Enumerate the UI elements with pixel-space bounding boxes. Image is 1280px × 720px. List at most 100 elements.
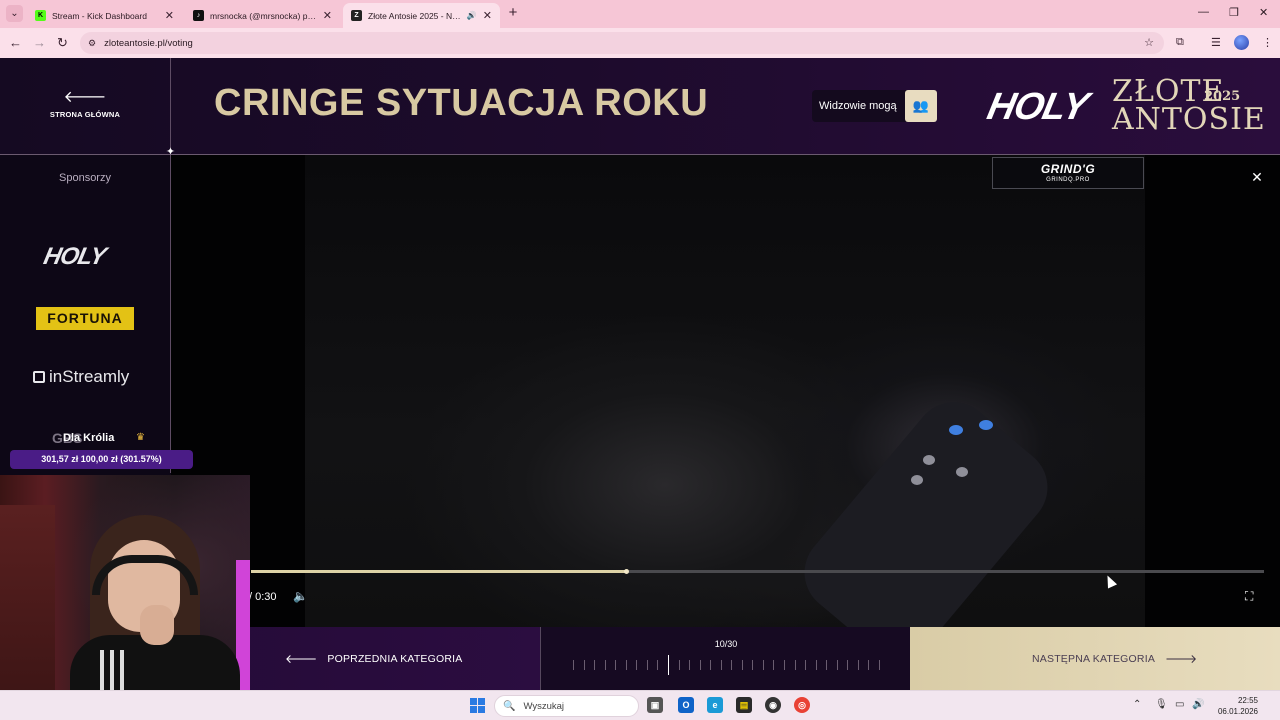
category-tick[interactable]: [594, 660, 596, 670]
profile-avatar[interactable]: [1234, 35, 1249, 50]
category-tick[interactable]: [794, 660, 796, 670]
category-tick[interactable]: [836, 660, 838, 670]
donation-goal-widget: Dla Królia ♛ 301,57 zł 100,00 zł (301.57…: [10, 430, 193, 470]
tab-kick-dashboard[interactable]: K Stream - Kick Dashboard ✕: [27, 3, 182, 28]
close-icon[interactable]: ✕: [1250, 170, 1264, 184]
users-icon[interactable]: 👥: [904, 90, 937, 122]
reload-icon[interactable]: ↻: [57, 35, 68, 51]
category-tick[interactable]: [847, 660, 849, 670]
tab-zlote-antosie[interactable]: Z Złote Antosie 2025 - Najwię… 🔊 ✕: [343, 3, 500, 28]
category-tick[interactable]: [604, 660, 606, 670]
volume-tray-icon[interactable]: 🔊: [1192, 699, 1204, 710]
close-tab-icon[interactable]: ✕: [165, 9, 174, 22]
sponsor-badge: GRIND'G GRINDQ.PRO: [992, 157, 1144, 189]
back-icon[interactable]: ←: [9, 35, 22, 51]
video-progress-knob[interactable]: [623, 569, 629, 574]
media-queue-icon[interactable]: ☰: [1211, 36, 1221, 49]
edge-icon[interactable]: e: [707, 697, 723, 713]
arrow-left-icon: 🡐: [285, 652, 318, 666]
category-tick[interactable]: [784, 660, 786, 670]
arrow-left-icon: 🡐: [63, 89, 107, 106]
menu-kebab-icon[interactable]: ⋮: [1262, 36, 1273, 49]
close-window-icon[interactable]: ✕: [1259, 6, 1268, 19]
category-tick[interactable]: [815, 660, 817, 670]
video-player[interactable]: GRIND'G GRINDQ.PRO ✕ / 0:30 🔈 ⛶: [171, 155, 1280, 627]
webcam-hand: [140, 605, 174, 645]
file-explorer-icon[interactable]: ▤: [736, 697, 752, 713]
arrow-right-icon: 🡒: [1165, 652, 1198, 666]
category-tick[interactable]: [805, 660, 807, 670]
sponsor-holy-logo[interactable]: HOLY: [41, 243, 108, 271]
taskbar-clock[interactable]: 22:55 06.01.2026: [1208, 695, 1258, 717]
taskbar-search[interactable]: 🔍 Wyszukaj: [494, 695, 639, 717]
tab-title: mrsnocka (@mrsnocka) prowadzi…: [210, 10, 317, 21]
category-tick[interactable]: [752, 660, 754, 670]
sponsors-sidebar: Sponsorzy HOLY FORTUNA inStreamly GBS: [0, 155, 170, 475]
category-tick[interactable]: [615, 660, 617, 670]
bookmark-star-icon[interactable]: ☆: [1144, 36, 1154, 49]
obs-icon[interactable]: ◉: [765, 697, 781, 713]
tray-chevron-icon[interactable]: ⌃: [1133, 699, 1141, 710]
close-tab-icon[interactable]: ✕: [483, 9, 492, 22]
category-tick[interactable]: [689, 660, 691, 670]
category-tick[interactable]: [773, 660, 775, 670]
category-tick[interactable]: [573, 660, 574, 670]
site-info-icon[interactable]: ⚙: [88, 38, 96, 49]
category-tick[interactable]: [699, 660, 701, 670]
category-tick[interactable]: [678, 660, 680, 670]
fullscreen-icon[interactable]: ⛶: [1245, 589, 1253, 604]
kick-icon: K: [35, 10, 46, 21]
antosie-icon: Z: [351, 10, 362, 21]
category-tick[interactable]: [826, 660, 828, 670]
home-link[interactable]: 🡐 STRONA GŁÓWNA: [40, 89, 130, 120]
sponsor-fortuna-logo[interactable]: FORTUNA: [36, 307, 134, 330]
video-detail: [923, 455, 935, 465]
category-tick-active[interactable]: [667, 655, 670, 675]
category-tick[interactable]: [583, 660, 585, 670]
category-tick[interactable]: [636, 660, 638, 670]
close-tab-icon[interactable]: ✕: [323, 9, 332, 22]
tab-search-icon[interactable]: ⌄: [6, 5, 23, 22]
category-tick[interactable]: [710, 660, 712, 670]
microphone-icon[interactable]: 🎙: [1155, 699, 1168, 710]
donation-goal-bar: 301,57 zł 100,00 zł (301.57%): [10, 450, 193, 469]
forward-icon[interactable]: →: [33, 35, 46, 51]
category-tick[interactable]: [857, 660, 859, 670]
url-field[interactable]: ⚙ zloteantosie.pl/voting ☆: [80, 32, 1164, 54]
category-tick[interactable]: [868, 660, 870, 670]
extensions-icon[interactable]: ⧉: [1176, 36, 1184, 49]
video-detail: [956, 467, 968, 477]
category-tick[interactable]: [731, 660, 733, 670]
category-tick[interactable]: [879, 660, 880, 670]
restore-icon[interactable]: ❐: [1229, 6, 1239, 19]
webcam-overlay: [0, 475, 250, 720]
sponsor-instreamly-logo[interactable]: inStreamly: [33, 367, 129, 387]
category-tick[interactable]: [762, 660, 764, 670]
home-link-label: STRONA GŁÓWNA: [49, 110, 121, 119]
category-tick[interactable]: [657, 660, 659, 670]
windows-start-icon[interactable]: [470, 698, 485, 713]
category-title: CRINGE SYTUACJA ROKU: [214, 82, 709, 124]
category-tick[interactable]: [646, 660, 648, 670]
network-icon[interactable]: ▭: [1175, 699, 1184, 710]
tab-tiktok[interactable]: ♪ mrsnocka (@mrsnocka) prowadzi… ✕: [185, 3, 340, 28]
crown-icon: ♛: [136, 432, 145, 443]
outlook-icon[interactable]: O: [678, 697, 694, 713]
video-frame: [305, 155, 1145, 627]
speaker-icon[interactable]: 🔊: [467, 11, 477, 20]
video-progress-bar[interactable]: [251, 569, 1264, 574]
volume-icon[interactable]: 🔈: [293, 589, 308, 603]
instreamly-icon: [33, 371, 45, 383]
tab-title: Stream - Kick Dashboard: [52, 10, 147, 21]
task-view-icon[interactable]: ▣: [647, 697, 663, 713]
viewers-control[interactable]: Widzowie mogą 👥: [812, 90, 937, 122]
chrome-icon[interactable]: ◎: [794, 697, 810, 713]
category-tick[interactable]: [720, 660, 722, 670]
video-detail: [949, 425, 963, 435]
tab-title: Złote Antosie 2025 - Najwię…: [368, 10, 463, 21]
next-category-button[interactable]: NASTĘPNA KATEGORIA 🡒: [910, 627, 1280, 690]
minimize-icon[interactable]: —: [1198, 6, 1209, 18]
category-tick[interactable]: [741, 660, 743, 670]
category-tick[interactable]: [625, 660, 627, 670]
new-tab-button[interactable]: +: [505, 5, 521, 21]
